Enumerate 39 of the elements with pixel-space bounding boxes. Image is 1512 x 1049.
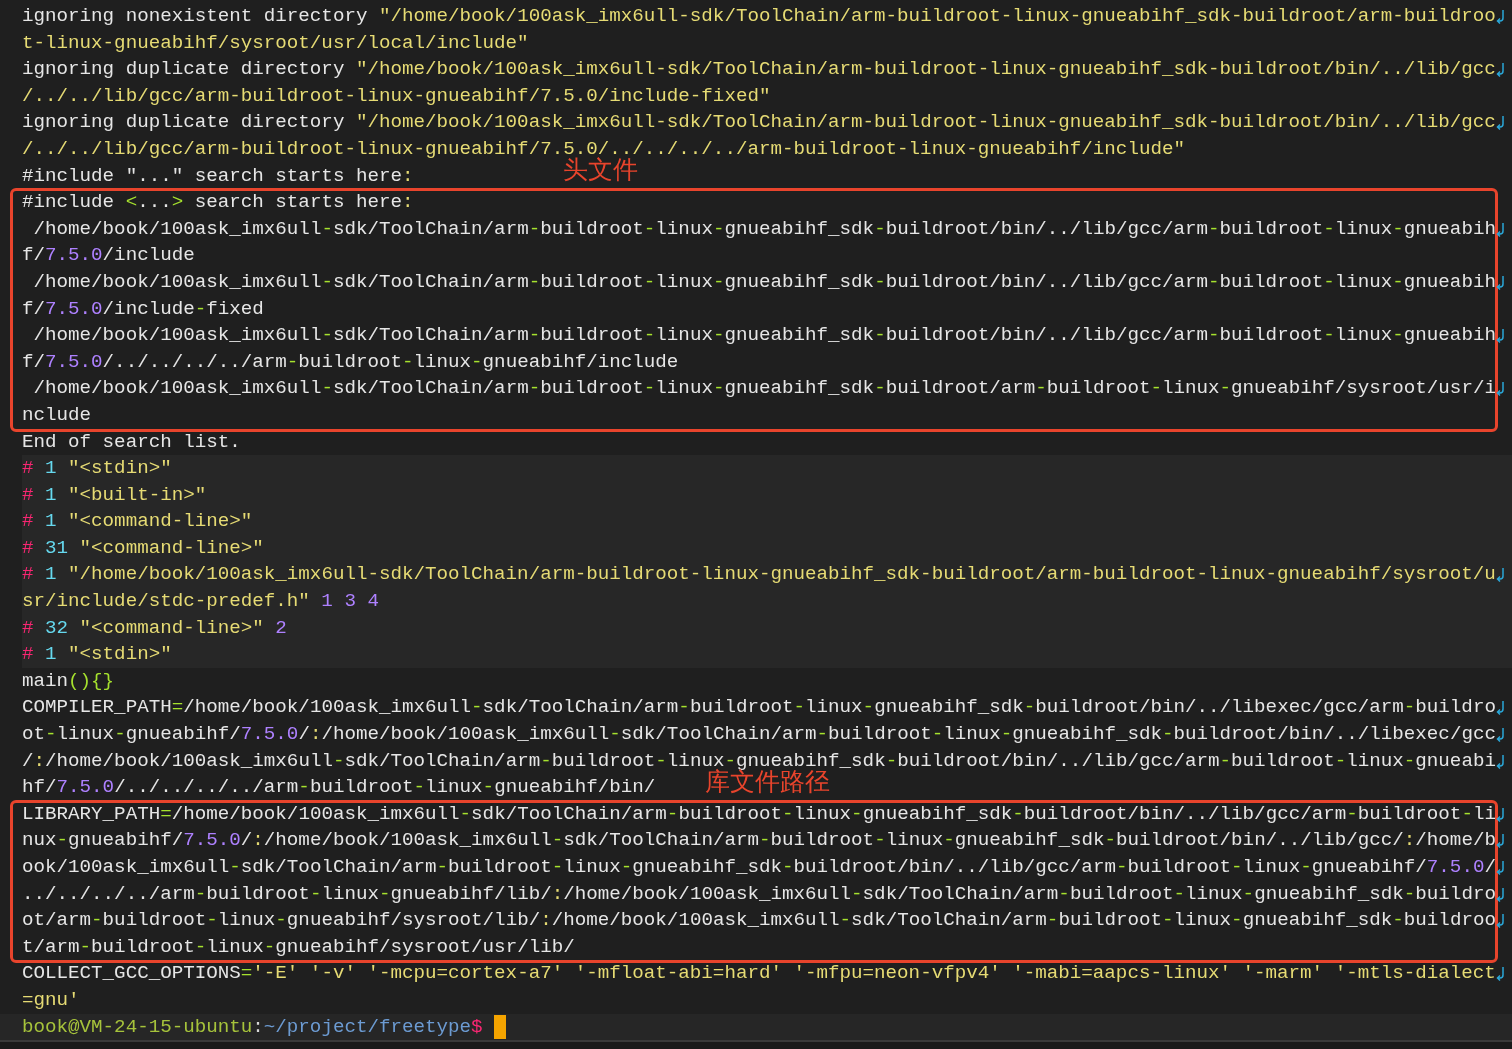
terminal-line: t-linux-gnueabihf/sysroot/usr/local/include" <box>22 30 529 56</box>
terminal-line: /home/book/100ask_imx6ull-sdk/ToolChain/arm-buildroot-linux-gnueabihf_sdk-buildroot/bin/../lib/gcc/arm-buildroot-linux-gnueabih <box>32 216 1496 242</box>
terminal-line: ignoring duplicate directory "/home/book/100ask_imx6ull-sdk/ToolChain/arm-buildroot-linux-gnueabihf_sdk-buildroot/bin/../lib/gcc <box>22 57 1496 83</box>
terminal-line: LIBRARY_PATH=/home/book/100ask_imx6ull-sdk/ToolChain/arm-buildroot-linux-gnueabihf_sdk-buildroot/bin/../lib/gcc/arm-buildroot-li <box>22 801 1496 827</box>
terminal-line: /../../lib/gcc/arm-buildroot-linux-gnueabihf/7.5.0/include-fixed" <box>22 83 771 109</box>
terminal-line: book@VM-24-15-ubuntu:~/project/freetype$ <box>22 1014 483 1040</box>
terminal-line: COMPILER_PATH=/home/book/100ask_imx6ull-sdk/ToolChain/arm-buildroot-linux-gnueabihf_sdk-buildroot/bin/../libexec/gcc/arm-buildro <box>22 695 1496 721</box>
terminal-line: /home/book/100ask_imx6ull-sdk/ToolChain/arm-buildroot-linux-gnueabihf_sdk-buildroot/bin/../lib/gcc/arm-buildroot-linux-gnueabih <box>32 269 1496 295</box>
terminal-line: # 1 "<built-in>" <box>22 482 207 508</box>
terminal-line: /home/book/100ask_imx6ull-sdk/ToolChain/arm-buildroot-linux-gnueabihf_sdk-buildroot/bin/../lib/gcc/arm-buildroot-linux-gnueabih <box>32 323 1496 349</box>
terminal-line: nclude <box>22 402 92 428</box>
terminal-line: ot/arm-buildroot-linux-gnueabihf/sysroot/lib/:/home/book/100ask_imx6ull-sdk/ToolChain/arm-buildroot-linux-gnueabihf_sdk-buildroo <box>22 908 1496 934</box>
terminal-line: ook/100ask_imx6ull-sdk/ToolChain/arm-buildroot-linux-gnueabihf_sdk-buildroot/bin/../lib/gcc/arm-buildroot-linux-gnueabihf/7.5.0/ <box>22 855 1496 880</box>
terminal-line: t/arm-buildroot-linux-gnueabihf/sysroot/usr/lib/ <box>22 934 575 960</box>
terminal-line: #include "..." search starts here: <box>22 163 414 189</box>
terminal-line: sr/include/stdc-predef.h" 1 3 4 <box>22 589 379 615</box>
terminal-line: f/7.5.0/../../../../arm-buildroot-linux-gnueabihf/include <box>22 349 679 375</box>
terminal-line: COLLECT_GCC_OPTIONS='-E' '-v' '-mcpu=cortex-a7' '-mfloat-abi=hard' '-mfpu=neon-vfpv4' '-mabi=aapcs-linux' '-marm' '-mtls-dialect <box>22 961 1496 987</box>
terminal-line: ../../../../arm-buildroot-linux-gnueabihf/lib/:/home/book/100ask_imx6ull-sdk/ToolChain/arm-buildroot-linux-gnueabihf_sdk-buildro <box>22 881 1496 907</box>
terminal-line: ignoring nonexistent directory "/home/book/100ask_imx6ull-sdk/ToolChain/arm-buildroot-linux-gnueabihf_sdk-buildroot/arm-buildroo <box>22 4 1496 29</box>
terminal-line: End of search list. <box>22 429 241 455</box>
terminal-line: #include <...> search starts here: <box>22 190 414 216</box>
terminal-line: # 32 "<command-line>" 2 <box>22 615 287 641</box>
annotation-label: 头文件 <box>563 155 638 186</box>
terminal-line: =gnu' <box>22 987 80 1013</box>
terminal-line: # 1 "<stdin>" <box>22 642 172 668</box>
terminal-line: # 1 "<command-line>" <box>22 509 253 535</box>
terminal-line: f/7.5.0/include <box>22 243 195 269</box>
terminal-line: /home/book/100ask_imx6ull-sdk/ToolChain/arm-buildroot-linux-gnueabihf_sdk-buildroot/arm-buildroot-linux-gnueabihf/sysroot/usr/i <box>32 376 1496 402</box>
terminal-line: # 1 "<stdin>" <box>22 456 172 482</box>
terminal-line: # 31 "<command-line>" <box>22 535 264 561</box>
terminal-line: ot-linux-gnueabihf/7.5.0/:/home/book/100ask_imx6ull-sdk/ToolChain/arm-buildroot-linux-gnueabihf_sdk-buildroot/bin/../libexec/gcc <box>22 722 1496 748</box>
terminal-line: nux-gnueabihf/7.5.0/:/home/book/100ask_imx6ull-sdk/ToolChain/arm-buildroot-linux-gnueabihf_sdk-buildroot/bin/../lib/gcc/:/home/b <box>22 828 1496 854</box>
terminal-line: ignoring duplicate directory "/home/book/100ask_imx6ull-sdk/ToolChain/arm-buildroot-linux-gnueabihf_sdk-buildroot/bin/../lib/gcc <box>22 110 1496 136</box>
terminal-line: f/7.5.0/include-fixed <box>22 296 264 322</box>
terminal-line: main(){} <box>22 668 115 694</box>
terminal-line: # 1 "/home/book/100ask_imx6ull-sdk/ToolChain/arm-buildroot-linux-gnueabihf_sdk-buildroot/arm-buildroot-linux-gnueabihf/sysroot/u <box>22 562 1496 588</box>
terminal-line: hf/7.5.0/../../../../arm-buildroot-linux-gnueabihf/bin/ <box>22 775 656 801</box>
text-cursor <box>493 1014 506 1039</box>
